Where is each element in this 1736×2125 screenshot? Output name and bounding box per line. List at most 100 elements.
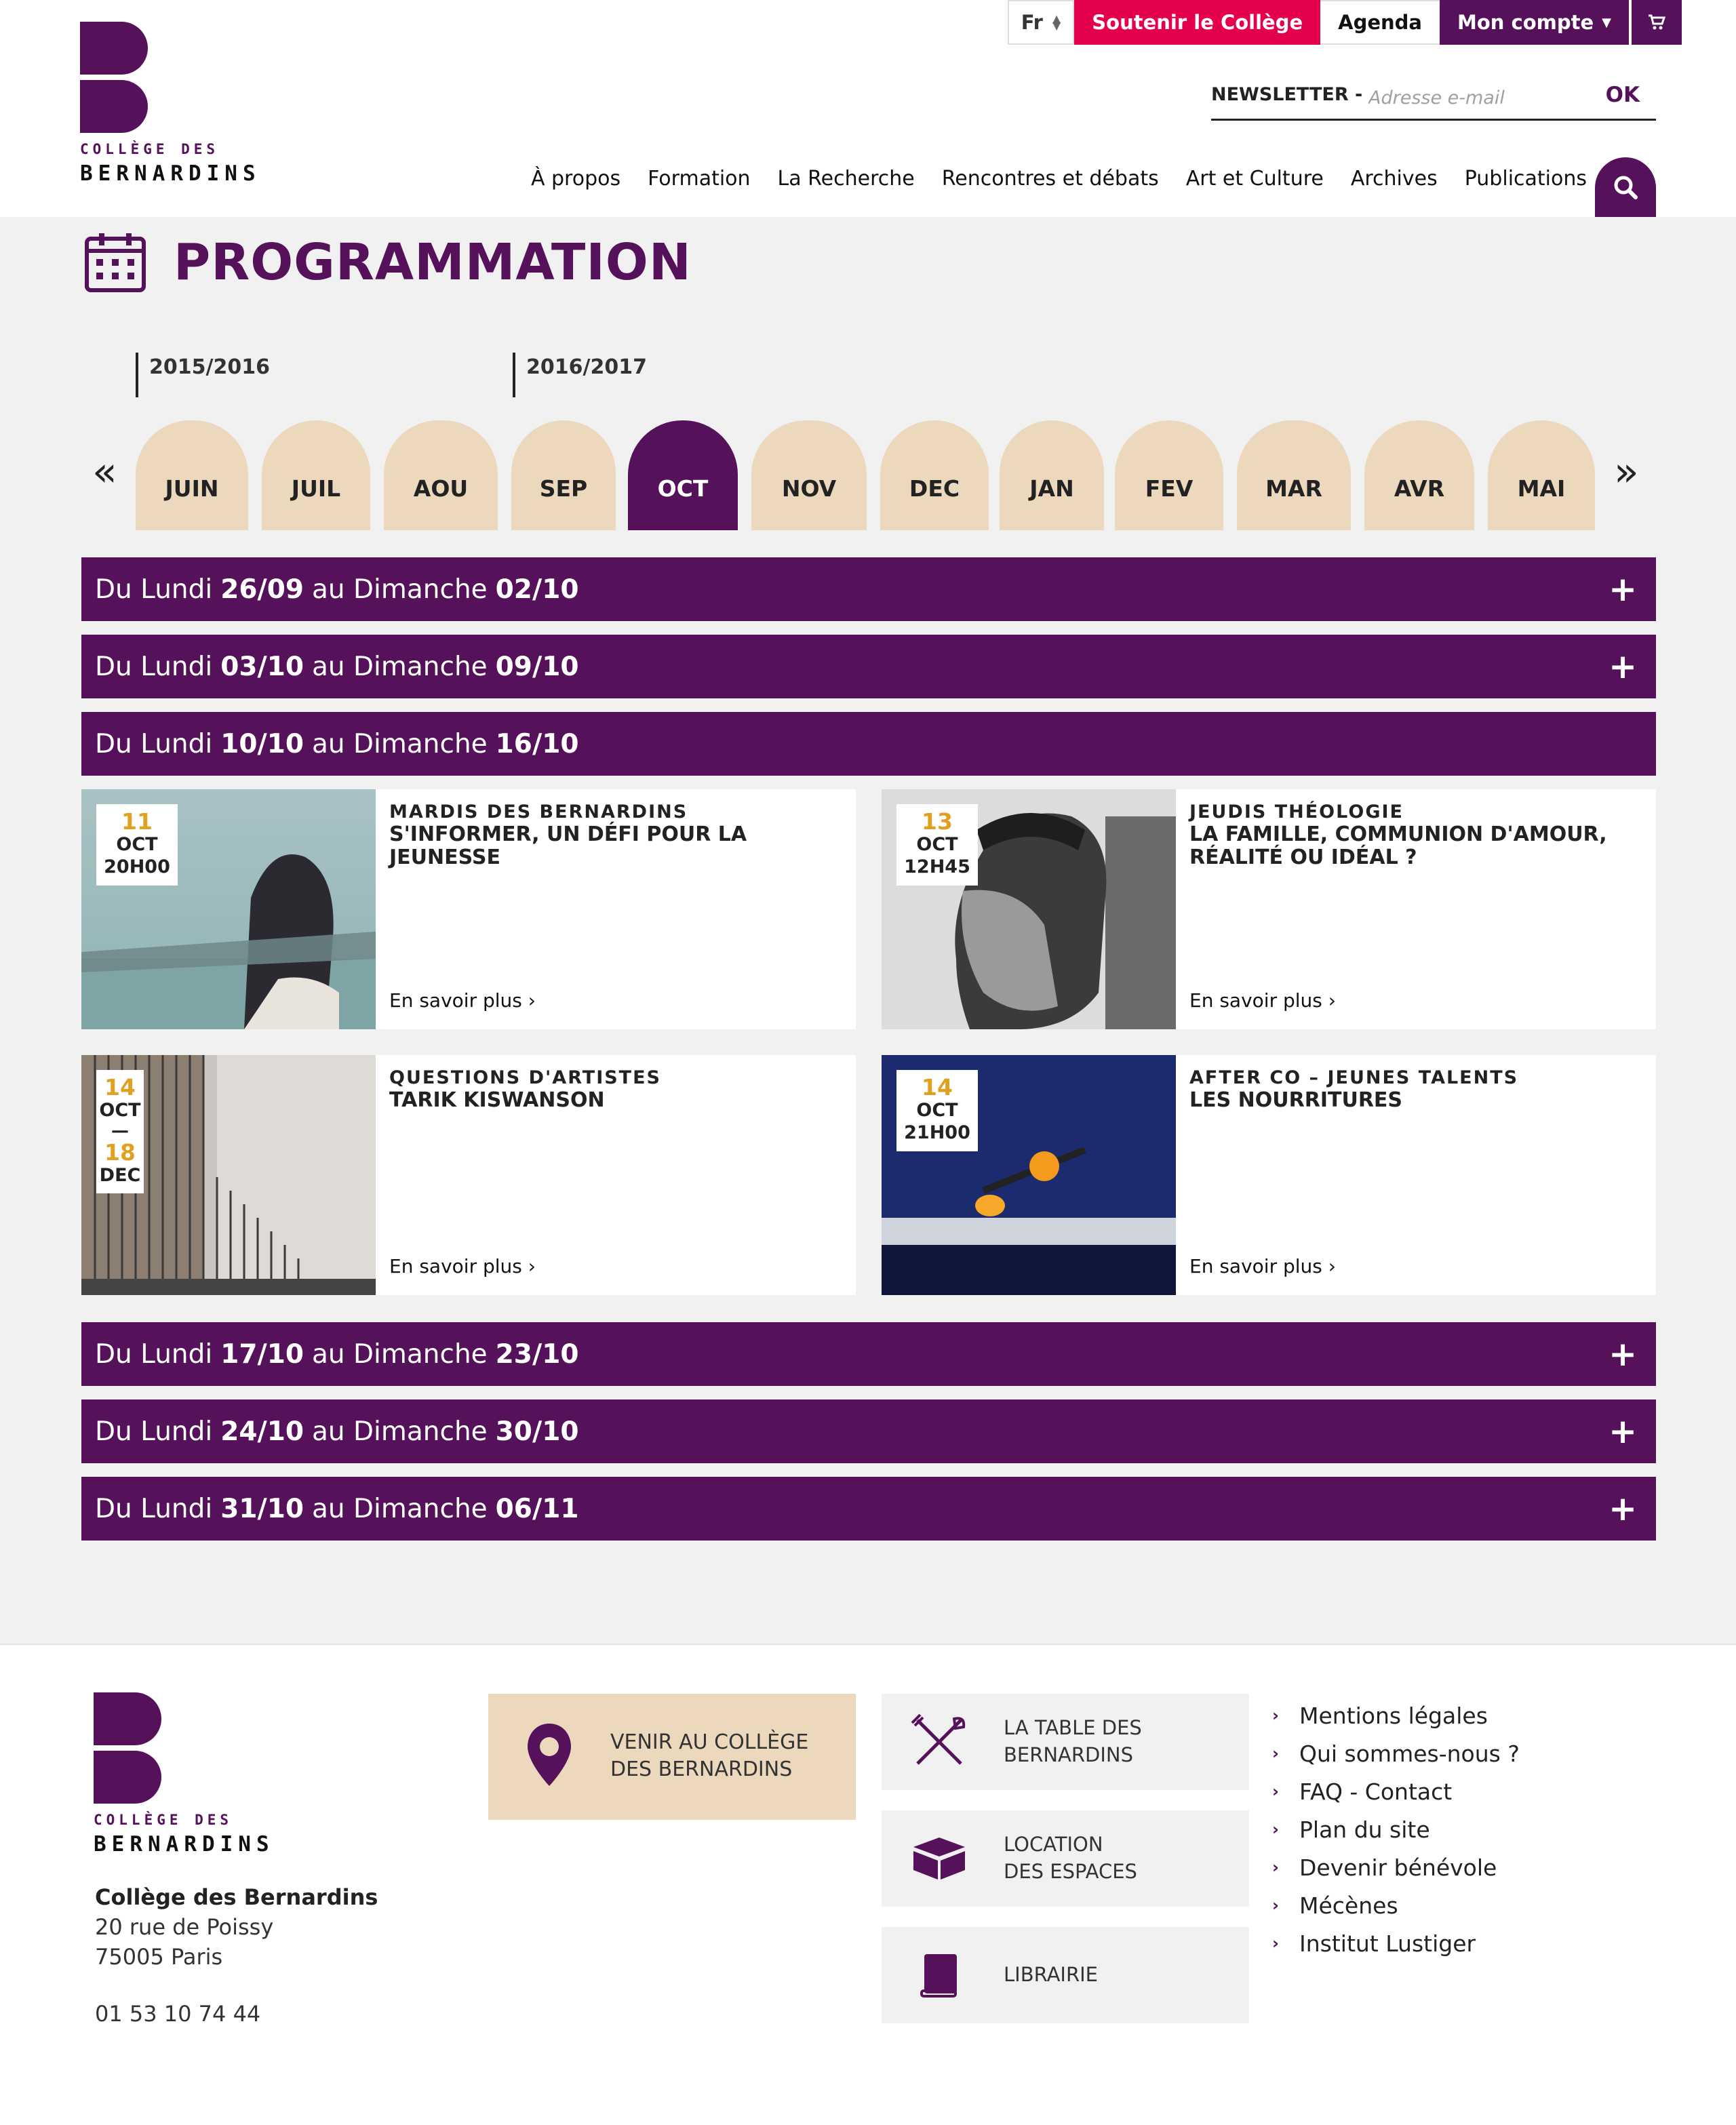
nav-item-formation[interactable]: Formation	[648, 167, 750, 191]
footer-links: › Mentions légales › Qui sommes-nous ? › FA…	[1272, 1696, 1520, 1962]
account-label: Mon compte	[1457, 11, 1594, 34]
table-des-bernardins-card[interactable]: LA TABLE DES BERNARDINS	[882, 1694, 1249, 1790]
logo-line2: BERNARDINS	[94, 1832, 275, 1856]
footer-link-lustiger[interactable]: › Institut Lustiger	[1272, 1924, 1520, 1962]
event-title-4: LES NOURRITURES	[1189, 1088, 1403, 1112]
event-card-1[interactable]: 11 OCT 20H00 MARDIS DES BERNARDINS S'INF…	[81, 789, 856, 1029]
chevron-right-icon: ›	[528, 989, 536, 1012]
footer-logo[interactable]: COLLÈGE DES BERNARDINS	[94, 1692, 277, 1862]
newsletter-email-input[interactable]	[1368, 83, 1572, 113]
logo-b-mark	[80, 22, 148, 133]
main-content: PROGRAMMATION 2015/2016 2016/2017 « JUIN…	[0, 217, 1736, 1644]
event-more-link-4[interactable]: En savoir plus ›	[1189, 1255, 1336, 1277]
footer-city: 75005 Paris	[95, 1944, 223, 1970]
top-bar: Fr ▲ ▼ Soutenir le Collège Agenda Mon com…	[1007, 0, 1682, 45]
box-icon	[913, 1838, 965, 1880]
venir-au-college-card[interactable]: VENIR AU COLLÈGE DES BERNARDINS	[488, 1694, 856, 1820]
location-des-espaces-card[interactable]: LOCATION DES ESPACES	[882, 1810, 1249, 1907]
footer-address: Collège des Bernardins 20 rue de Poissy …	[95, 1882, 378, 2029]
nav-item-art-culture[interactable]: Art et Culture	[1186, 167, 1324, 191]
week-header-2[interactable]: Du Lundi 03/10 au Dimanche 09/10 +	[81, 635, 1656, 698]
nav-item-recherche[interactable]: La Recherche	[778, 167, 915, 191]
search-button[interactable]	[1595, 157, 1656, 217]
footer-link-faq[interactable]: › FAQ - Contact	[1272, 1772, 1520, 1810]
chevron-right-icon: ›	[1272, 1858, 1279, 1877]
event-card-3[interactable]: 14 OCT — 18 DEC QUESTIONS D'ARTISTES TAR…	[81, 1055, 856, 1295]
calendar-icon	[85, 233, 146, 292]
expand-plus-icon: +	[1609, 1489, 1637, 1528]
month-tab-mai[interactable]: MAI	[1488, 420, 1595, 530]
event-title-3: TARIK KISWANSON	[389, 1088, 605, 1112]
main-nav: À propos Formation La Recherche Rencontr…	[531, 167, 1587, 191]
next-months-icon[interactable]: »	[1614, 452, 1639, 492]
month-tab-juin[interactable]: JUIN	[136, 420, 248, 530]
week-header-5[interactable]: Du Lundi 24/10 au Dimanche 30/10 +	[81, 1399, 1656, 1463]
event-card-2[interactable]: 13 OCT 12H45 JEUDIS THÉOLOGIE LA FAMILLE…	[882, 789, 1656, 1029]
language-select[interactable]: Fr ▲ ▼	[1007, 0, 1075, 45]
month-tab-dec[interactable]: DEC	[880, 420, 989, 530]
book-icon	[920, 1954, 957, 1998]
expand-plus-icon: +	[1609, 647, 1637, 686]
footer-link-mentions[interactable]: › Mentions légales	[1272, 1696, 1520, 1734]
page-heading: PROGRAMMATION	[84, 232, 692, 293]
event-series-2: JEUDIS THÉOLOGIE	[1189, 801, 1404, 822]
month-selector: « JUIN JUIL AOU SEP OCT NOV DEC JAN FEV …	[0, 420, 1736, 530]
logo-line1: COLLÈGE DES	[94, 1812, 233, 1828]
event-series-3: QUESTIONS D'ARTISTES	[389, 1067, 661, 1088]
support-button[interactable]: Soutenir le Collège	[1074, 0, 1321, 45]
newsletter-ok-button[interactable]: OK	[1606, 83, 1640, 107]
site-footer: COLLÈGE DES BERNARDINS Collège des Berna…	[0, 1644, 1736, 2125]
nav-item-a-propos[interactable]: À propos	[531, 167, 620, 191]
month-tab-oct[interactable]: OCT	[628, 420, 738, 530]
logo-b-mark	[94, 1692, 161, 1804]
month-tab-mar[interactable]: MAR	[1237, 420, 1351, 530]
month-tab-juil[interactable]: JUIL	[262, 420, 370, 530]
footer-link-benevole[interactable]: › Devenir bénévole	[1272, 1848, 1520, 1886]
chevron-right-icon: ›	[1328, 989, 1336, 1012]
cart-button[interactable]	[1632, 0, 1682, 45]
nav-item-publications[interactable]: Publications	[1465, 167, 1587, 191]
site-logo[interactable]: COLLÈGE DES BERNARDINS	[80, 22, 263, 195]
footer-link-mecenes[interactable]: › Mécènes	[1272, 1886, 1520, 1924]
month-tab-jan[interactable]: JAN	[1000, 420, 1104, 530]
chevron-right-icon: ›	[1328, 1255, 1336, 1277]
event-card-4[interactable]: 14 OCT 21H00 AFTER CO – JEUNES TALENTS L…	[882, 1055, 1656, 1295]
map-pin-icon	[528, 1724, 571, 1786]
footer-link-qui-sommes-nous[interactable]: › Qui sommes-nous ?	[1272, 1734, 1520, 1772]
event-more-link-1[interactable]: En savoir plus ›	[389, 989, 536, 1012]
nav-item-archives[interactable]: Archives	[1351, 167, 1438, 191]
footer-street: 20 rue de Poissy	[95, 1914, 274, 1940]
chevron-right-icon: ›	[1272, 1706, 1279, 1725]
page-title: PROGRAMMATION	[174, 233, 692, 292]
cutlery-icon	[911, 1713, 966, 1765]
footer-link-plan[interactable]: › Plan du site	[1272, 1810, 1520, 1848]
expand-plus-icon: +	[1609, 570, 1637, 609]
chevron-right-icon: ›	[1272, 1934, 1279, 1953]
account-button[interactable]: Mon compte ▼	[1440, 0, 1629, 45]
week-header-1[interactable]: Du Lundi 26/09 au Dimanche 02/10 +	[81, 557, 1656, 621]
language-value: Fr	[1021, 11, 1043, 34]
week-header-6[interactable]: Du Lundi 31/10 au Dimanche 06/11 +	[81, 1477, 1656, 1541]
event-more-link-3[interactable]: En savoir plus ›	[389, 1255, 536, 1277]
caret-down-icon: ▼	[1602, 15, 1611, 30]
month-tab-avr[interactable]: AVR	[1364, 420, 1474, 530]
chevron-right-icon: ›	[1272, 1896, 1279, 1915]
prev-months-icon[interactable]: «	[92, 452, 117, 492]
chevron-right-icon: ›	[1272, 1744, 1279, 1763]
week-header-3[interactable]: Du Lundi 10/10 au Dimanche 16/10	[81, 712, 1656, 776]
event-date-3: 14 OCT — 18 DEC	[96, 1070, 144, 1193]
librairie-card[interactable]: LIBRAIRIE	[882, 1927, 1249, 2023]
week-header-4[interactable]: Du Lundi 17/10 au Dimanche 23/10 +	[81, 1322, 1656, 1386]
chevron-right-icon: ›	[528, 1255, 536, 1277]
newsletter-label: NEWSLETTER -	[1211, 84, 1363, 105]
logo-line1: COLLÈGE DES	[80, 141, 220, 157]
newsletter-form: NEWSLETTER - OK	[1211, 76, 1656, 121]
event-more-link-2[interactable]: En savoir plus ›	[1189, 989, 1336, 1012]
agenda-button[interactable]: Agenda	[1320, 0, 1440, 45]
month-tab-aou[interactable]: AOU	[384, 420, 498, 530]
nav-item-rencontres[interactable]: Rencontres et débats	[942, 167, 1159, 191]
month-tab-nov[interactable]: NOV	[751, 420, 867, 530]
month-tab-sep[interactable]: SEP	[511, 420, 616, 530]
month-tab-fev[interactable]: FEV	[1115, 420, 1223, 530]
season-label-2015: 2015/2016	[136, 353, 270, 397]
